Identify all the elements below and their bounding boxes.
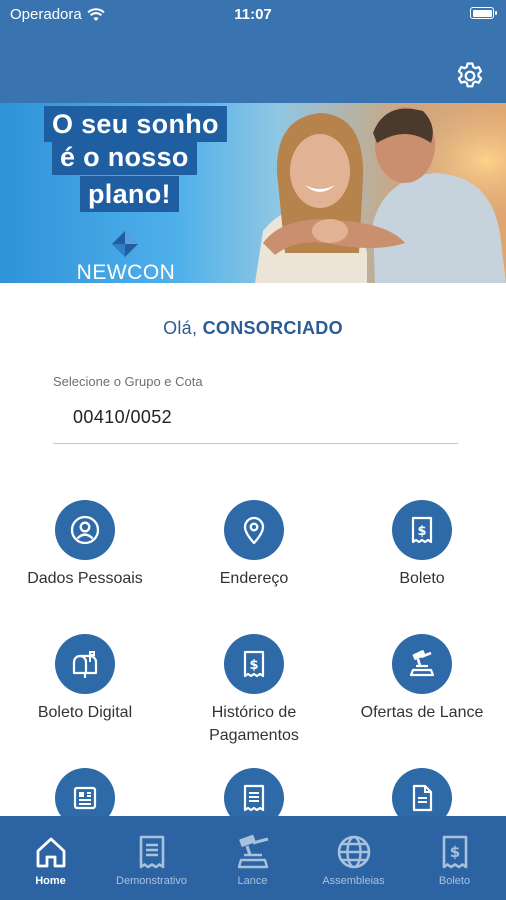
- bottom-tab-bar: Home Demonstrativo Lance Assembleias $ B…: [0, 816, 506, 900]
- menu-label: Ofertas de Lance: [360, 704, 484, 721]
- tab-label: Home: [35, 875, 66, 887]
- menu-label: Endereço: [219, 570, 289, 587]
- greeting-user-name: CONSORCIADO: [202, 318, 343, 338]
- document-icon: [412, 784, 433, 812]
- menu-label: Boleto Digital: [37, 704, 133, 721]
- newcon-logo-mark: [112, 231, 138, 257]
- settings-gear-icon[interactable]: [454, 60, 486, 92]
- svg-text:$: $: [417, 524, 426, 539]
- tab-demonstrativo[interactable]: Demonstrativo: [101, 816, 202, 900]
- greeting: Olá, CONSORCIADO: [0, 318, 506, 339]
- status-bar: Operadora 11:07: [0, 0, 506, 28]
- battery-level: [472, 9, 492, 17]
- menu-circle: $: [392, 500, 452, 560]
- svg-text:$: $: [450, 843, 460, 861]
- user-icon: [70, 515, 100, 545]
- menu-circle: [55, 500, 115, 560]
- menu-label-line-2: Pagamentos: [209, 727, 299, 744]
- tab-home[interactable]: Home: [0, 816, 101, 900]
- group-select-underline: [53, 443, 458, 444]
- newcon-logo-text: NEWCON: [76, 261, 176, 283]
- home-icon: [36, 837, 66, 868]
- newcon-logo: NEWCON: [76, 231, 176, 283]
- banner-headline-1: O seu sonho: [44, 106, 227, 142]
- globe-icon: [337, 835, 371, 869]
- banner-headline-2: é o nosso: [52, 139, 197, 175]
- tab-label: Boleto: [438, 875, 471, 887]
- menu-circle: [55, 634, 115, 694]
- group-select-label: Selecione o Grupo e Cota: [53, 374, 203, 389]
- receipt-icon: [139, 835, 165, 869]
- tab-lance[interactable]: Lance: [202, 816, 303, 900]
- receipt-dollar-icon: $: [243, 650, 265, 678]
- receipt-dollar-icon: $: [411, 516, 433, 544]
- menu-label-line-1: Histórico de: [211, 704, 297, 721]
- tab-label: Demonstrativo: [116, 875, 187, 887]
- couple-photo: [255, 103, 506, 283]
- mailbox-icon: [72, 651, 98, 678]
- menu-circle: [224, 500, 284, 560]
- gavel-icon: [409, 650, 435, 677]
- location-pin-icon: [243, 516, 265, 545]
- menu-label: Dados Pessoais: [27, 570, 143, 587]
- group-select-field[interactable]: 00410/0052: [73, 407, 172, 428]
- tab-boleto[interactable]: $ Boleto: [404, 816, 505, 900]
- greeting-prefix: Olá,: [163, 318, 203, 338]
- tab-assembleias[interactable]: Assembleias: [303, 816, 404, 900]
- menu-label: Boleto: [399, 570, 445, 587]
- receipt-icon: [243, 784, 265, 812]
- tab-label: Assembleias: [322, 875, 385, 887]
- gavel-icon: [237, 834, 269, 869]
- banner-headline-3: plano!: [80, 176, 179, 212]
- battery-icon: [470, 7, 497, 19]
- menu-label: Histórico de Pagamentos: [168, 701, 340, 747]
- svg-text:$: $: [249, 658, 258, 673]
- status-clock: 11:07: [234, 6, 272, 23]
- menu-circle: [392, 634, 452, 694]
- receipt-dollar-icon: $: [442, 835, 468, 869]
- menu-circle: $: [224, 634, 284, 694]
- newspaper-icon: [73, 786, 97, 810]
- app-header: Operadora 11:07: [0, 0, 506, 103]
- promo-banner[interactable]: O seu sonho é o nosso plano! NEWCON: [0, 103, 506, 283]
- tab-label: Lance: [237, 875, 268, 887]
